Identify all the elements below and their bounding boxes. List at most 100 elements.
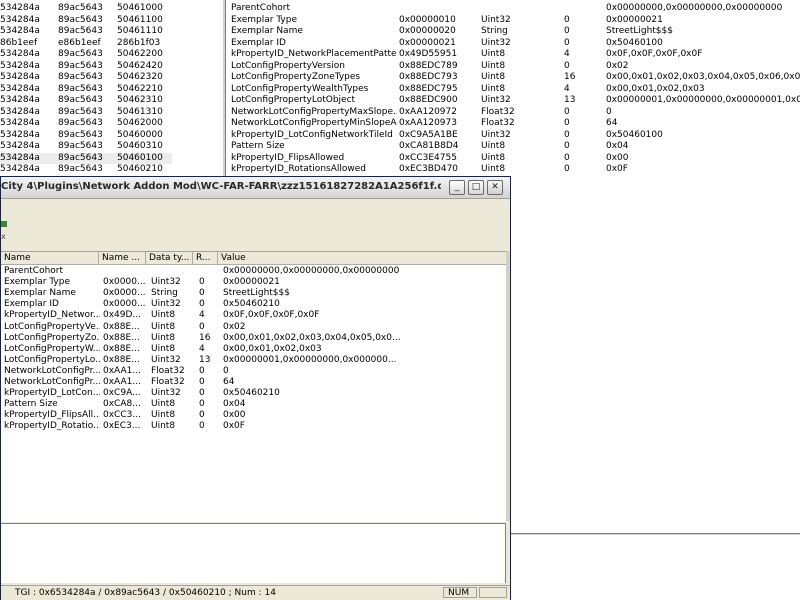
property-grid[interactable]: Name Name ... Data ty... R... Value Pare…: [1, 251, 506, 522]
cell-name: kPropertyID_LotCon...: [4, 388, 100, 399]
cell-data-type: Uint32: [481, 37, 511, 48]
maximize-button[interactable]: □: [468, 180, 484, 195]
table-row[interactable]: 534284a 89ac5643 50460210: [0, 164, 172, 176]
column-header-data-type[interactable]: Data ty...: [146, 252, 193, 264]
cell-value: 0x00: [606, 152, 629, 163]
table-row[interactable]: Exemplar ID 0x0000... Uint32 0 0x50460210: [1, 299, 506, 311]
table-row[interactable]: Exemplar Name 0x0000... String 0 StreetLight…: [1, 288, 506, 300]
table-row[interactable]: kPropertyID_Networ... 0x49D... Uint8 4 0x0F,…: [1, 310, 506, 322]
title-bar[interactable]: City 4\Plugins\Network Addon Mod\WC-FAR-…: [1, 177, 510, 199]
column-header-name[interactable]: Name: [1, 252, 99, 264]
cell-name-id: 0x00000010: [399, 14, 456, 25]
table-row[interactable]: LotConfigPropertyVersion 0x88EDC789 Uint8 0…: [226, 61, 800, 73]
cell-data-type: String: [151, 288, 178, 299]
table-row[interactable]: LotConfigPropertyW... 0x88E... Uint8 4 0x00,…: [1, 344, 506, 356]
cell-name-id: 0xAA120972: [399, 106, 457, 117]
cell-group-id: 89ac5643: [58, 95, 103, 105]
table-row[interactable]: kPropertyID_LotCon... 0xC9A... Uint32 0 0x50…: [1, 388, 506, 400]
table-row[interactable]: NetworkLotConfigPropertyMinSlopeAl... 0xA…: [226, 118, 800, 130]
table-row[interactable]: NetworkLotConfigPr... 0xAA1... Float32 0 0: [1, 366, 506, 378]
cell-value: 0x00000021: [606, 14, 663, 25]
cell-group-id: 89ac5643: [58, 83, 103, 94]
status-bar: TGI : 0x6534284a / 0x89ac5643 / 0x504602…: [1, 585, 510, 600]
column-header-rep[interactable]: R...: [193, 252, 218, 264]
table-row[interactable]: LotConfigPropertyWealthTypes 0x88EDC795 Ui…: [226, 84, 800, 96]
cell-type-id: 534284a: [0, 14, 40, 25]
toolbar-icon[interactable]: [1, 221, 7, 227]
cell-rep: 0: [199, 365, 205, 376]
cell-value: 0x0F,0x0F,0x0F,0x0F: [606, 49, 703, 59]
cell-instance-id: 50461110: [117, 26, 163, 36]
table-row[interactable]: 534284a 89ac5643 50461110: [0, 26, 172, 38]
table-row[interactable]: kPropertyID_NetworkPlacementPattern 0x49D…: [226, 49, 800, 61]
table-row[interactable]: kPropertyID_FlipsAll... 0xCC3... Uint8 0 0x0…: [1, 410, 506, 422]
cell-name-id: 0xAA1...: [103, 365, 141, 376]
status-numlock: NUM: [443, 587, 477, 598]
table-row[interactable]: 534284a 89ac5643 50460100: [0, 152, 172, 164]
table-row[interactable]: ParentCohort 0x00000000,0x00000000,0x0000…: [1, 266, 506, 278]
table-row[interactable]: NetworkLotConfigPropertyMaxSlope... 0xAA1…: [226, 107, 800, 119]
table-row[interactable]: 534284a 89ac5643 50462320: [0, 72, 172, 84]
table-row[interactable]: 534284a 89ac5643 50462310: [0, 95, 172, 107]
cell-value: 0x0F: [223, 421, 245, 432]
table-row[interactable]: LotConfigPropertyVe... 0x88E... Uint8 0 0x02: [1, 322, 506, 334]
tgi-list-panel[interactable]: 534284a 89ac5643 50461000 534284a 89ac5643 50…: [0, 0, 222, 176]
table-row[interactable]: LotConfigPropertyLotObject 0x88EDC900 Uint…: [226, 95, 800, 107]
table-row[interactable]: 534284a 89ac5643 50462210: [0, 84, 172, 96]
table-row[interactable]: Pattern Size 0xCA8... Uint8 0 0x04: [1, 399, 506, 411]
cell-rep: 0: [564, 152, 570, 163]
table-row[interactable]: ParentCohort 0x00000000,0x00000000,0x0000…: [226, 3, 800, 15]
table-row[interactable]: LotConfigPropertyLo... 0x88E... Uint32 13 0x…: [1, 355, 506, 367]
cell-rep: 0: [564, 129, 570, 140]
cell-value: 0x00,0x01,0x02,0x03,0x04,0x05,0x0...: [223, 332, 401, 343]
cell-group-id: 89ac5643: [58, 152, 103, 163]
cell-name: LotConfigPropertyLotObject: [231, 95, 356, 105]
close-button[interactable]: ✕: [487, 180, 503, 195]
table-row[interactable]: Pattern Size 0xCA81B8D4 Uint8 0 0x04: [226, 141, 800, 153]
minimize-button[interactable]: _: [449, 180, 465, 195]
column-header-value[interactable]: Value: [218, 252, 506, 264]
table-row[interactable]: Exemplar Type 0x00000010 Uint32 0 0x00000021: [226, 15, 800, 27]
cell-group-id: 89ac5643: [58, 118, 103, 128]
table-row[interactable]: kPropertyID_LotConfigNetworkTileId 0xC9A5…: [226, 130, 800, 142]
table-row[interactable]: kPropertyID_FlipsAllowed 0xCC3E4755 Uint8 0…: [226, 153, 800, 165]
table-row[interactable]: LotConfigPropertyZoneTypes 0x88EDC793 Uint…: [226, 72, 800, 84]
cell-value: 0x50460100: [606, 37, 663, 48]
table-row[interactable]: 534284a 89ac5643 50460000: [0, 130, 172, 142]
cell-value: 0x0F: [606, 164, 628, 174]
detail-pane[interactable]: [1, 523, 506, 583]
cell-name-id: 0x49D55951: [399, 49, 458, 59]
table-row[interactable]: NetworkLotConfigPr... 0xAA1... Float32 0 64: [1, 377, 506, 389]
table-row[interactable]: 534284a 89ac5643 50462000: [0, 118, 172, 130]
cell-name: Exemplar Name: [231, 26, 303, 36]
cell-name-id: 0x0000...: [103, 299, 146, 310]
table-row[interactable]: kPropertyID_Rotatio... 0xEC3... Uint8 0 0x0F: [1, 421, 506, 433]
cell-group-id: 89ac5643: [58, 3, 103, 13]
table-row[interactable]: 86b1eef e86b1eef 286b1f03: [0, 38, 172, 50]
splitter-horizontal[interactable]: [511, 533, 800, 536]
property-list-panel[interactable]: ParentCohort 0x00000000,0x00000000,0x0000…: [226, 0, 800, 176]
cell-data-type: Uint8: [151, 421, 176, 432]
cell-name-id: 0x0000...: [103, 277, 146, 288]
column-header-name-id[interactable]: Name ...: [99, 252, 146, 264]
table-row[interactable]: 534284a 89ac5643 50461310: [0, 107, 172, 119]
table-row[interactable]: 534284a 89ac5643 50462200: [0, 49, 172, 61]
table-row[interactable]: 534284a 89ac5643 50461000: [0, 3, 172, 15]
cell-type-id: 534284a: [0, 60, 40, 71]
cell-group-id: 89ac5643: [58, 141, 103, 151]
table-row[interactable]: Exemplar ID 0x00000021 Uint32 0 0x50460100: [226, 38, 800, 50]
table-row[interactable]: Exemplar Type 0x0000... Uint32 0 0x00000021: [1, 277, 506, 289]
table-row[interactable]: 534284a 89ac5643 50461100: [0, 15, 172, 27]
cell-name: Pattern Size: [4, 399, 58, 410]
cell-rep: 0: [564, 118, 570, 128]
table-row[interactable]: 534284a 89ac5643 50460310: [0, 141, 172, 153]
table-row[interactable]: LotConfigPropertyZo... 0x88E... Uint8 16 0x0…: [1, 333, 506, 345]
grid-scrollbar[interactable]: [506, 251, 510, 521]
cell-value: 64: [223, 377, 235, 387]
table-row[interactable]: kPropertyID_RotationsAllowed 0xEC3BD470 Ui…: [226, 164, 800, 176]
table-row[interactable]: 534284a 89ac5643 50462420: [0, 61, 172, 73]
cell-name: LotConfigPropertyZo...: [4, 332, 100, 343]
cell-value: 0x00: [223, 410, 246, 421]
table-row[interactable]: Exemplar Name 0x00000020 String 0 StreetLigh…: [226, 26, 800, 38]
cell-rep: 0: [564, 37, 570, 48]
